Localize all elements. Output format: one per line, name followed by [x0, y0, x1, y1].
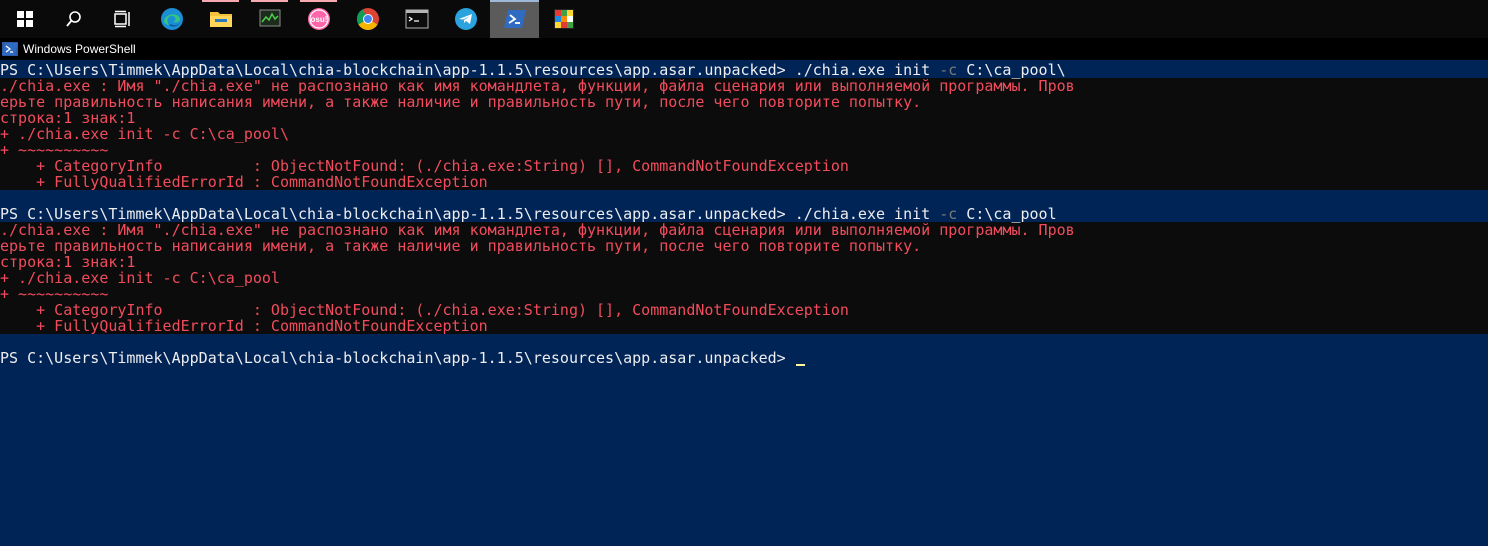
telegram-icon	[454, 8, 477, 30]
powershell-window-icon	[2, 42, 18, 56]
folder-icon	[209, 12, 232, 27]
console-output[interactable]: PS C:\Users\Timmek\AppData\Local\chia-bl…	[0, 62, 1488, 546]
monitor-icon	[259, 9, 280, 27]
window-titlebar[interactable]: Windows PowerShell	[0, 38, 1488, 60]
chrome-icon	[356, 8, 379, 30]
terminal-icon	[405, 9, 428, 29]
edge-app[interactable]	[147, 0, 196, 38]
osu-label: osu!	[310, 15, 327, 24]
error-line: ./chia.exe : Имя "./chia.exe" не распозн…	[0, 78, 1488, 94]
start-button[interactable]	[0, 0, 49, 38]
error-line: + CategoryInfo : ObjectNotFound: (./chia…	[0, 302, 1488, 318]
error-line: + ~~~~~~~~~~	[0, 142, 1488, 158]
error-line: + ./chia.exe init -c C:\ca_pool	[0, 270, 1488, 286]
active-indicator	[490, 0, 539, 2]
running-indicator	[251, 0, 288, 2]
error-line: ./chia.exe : Имя "./chia.exe" не распозн…	[0, 222, 1488, 238]
windows-logo-icon	[16, 11, 33, 27]
telegram-app[interactable]	[441, 0, 490, 38]
search-button[interactable]	[49, 0, 98, 38]
task-view-icon	[113, 10, 130, 28]
osu-icon: osu!	[307, 8, 330, 30]
task-view-button[interactable]	[98, 0, 147, 38]
error-line: ерьте правильность написания имени, а та…	[0, 238, 1488, 254]
error-line: строка:1 знак:1	[0, 254, 1488, 270]
window-title: Windows PowerShell	[23, 42, 136, 56]
powershell-app[interactable]	[490, 0, 539, 38]
current-prompt-line[interactable]: PS C:\Users\Timmek\AppData\Local\chia-bl…	[0, 350, 1488, 366]
text-cursor	[795, 364, 805, 366]
error-line: + CategoryInfo : ObjectNotFound: (./chia…	[0, 158, 1488, 174]
error-line: + ~~~~~~~~~~	[0, 286, 1488, 302]
monitor-app[interactable]	[245, 0, 294, 38]
error-line: ерьте правильность написания имени, а та…	[0, 94, 1488, 110]
terminal-app[interactable]	[392, 0, 441, 38]
taskbar: osu!	[0, 0, 1488, 38]
error-line: + ./chia.exe init -c C:\ca_pool\	[0, 126, 1488, 142]
file-explorer-app[interactable]	[196, 0, 245, 38]
search-icon	[65, 11, 81, 27]
rubiks-app[interactable]	[539, 0, 588, 38]
chrome-app[interactable]	[343, 0, 392, 38]
running-indicator	[300, 0, 337, 2]
osu-app[interactable]: osu!	[294, 0, 343, 38]
prompt-text: PS C:\Users\Timmek\AppData\Local\chia-bl…	[0, 349, 795, 367]
error-line: строка:1 знак:1	[0, 110, 1488, 126]
edge-icon	[160, 8, 183, 30]
rubiks-cube-icon	[553, 9, 574, 29]
error-line: + FullyQualifiedErrorId : CommandNotFoun…	[0, 174, 1488, 190]
command-line: PS C:\Users\Timmek\AppData\Local\chia-bl…	[0, 62, 1488, 78]
powershell-icon	[503, 10, 526, 28]
running-indicator	[202, 0, 239, 2]
command-line: PS C:\Users\Timmek\AppData\Local\chia-bl…	[0, 206, 1488, 222]
error-line: + FullyQualifiedErrorId : CommandNotFoun…	[0, 318, 1488, 334]
